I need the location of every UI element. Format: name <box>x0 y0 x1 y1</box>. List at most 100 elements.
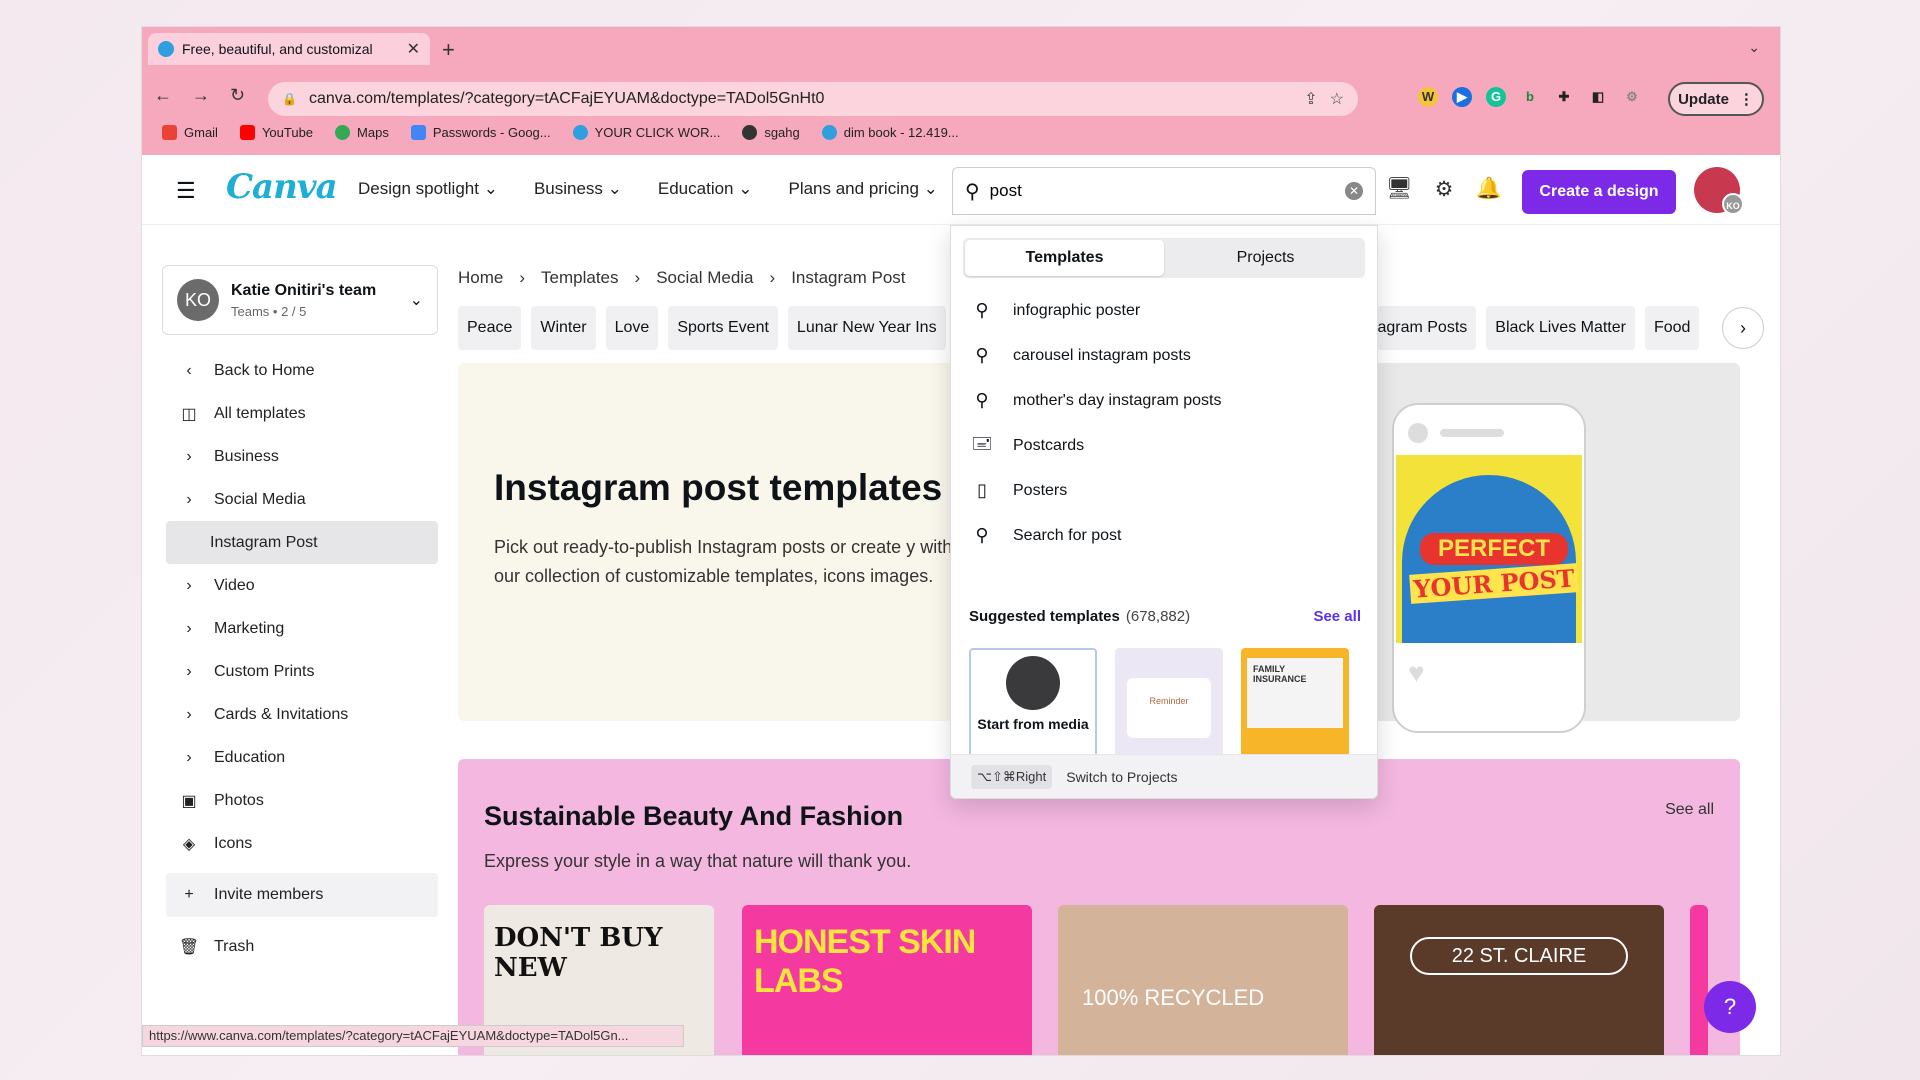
extension-b-icon[interactable]: b <box>1520 87 1540 107</box>
url-text[interactable]: canva.com/templates/?category=tACFajEYUA… <box>309 90 1292 108</box>
suggestion-item[interactable]: ⚲ Search for post <box>971 513 1361 558</box>
bookmark-star-icon[interactable]: ☆ <box>1330 89 1344 109</box>
extension-icon[interactable]: ▶ <box>1452 87 1472 107</box>
bookmark-passwords[interactable]: Passwords - Goog... <box>410 125 551 140</box>
chips-next-chevron-icon[interactable]: › <box>1722 307 1764 349</box>
chip[interactable]: Winter <box>531 306 596 350</box>
sidebar-item-cards-invitations[interactable]: › Cards & Invitations <box>166 693 438 736</box>
sidebar-label: Business <box>214 447 279 465</box>
desktop-app-icon[interactable]: 🖥 <box>1386 177 1413 202</box>
chevron-right-icon: › <box>186 705 192 723</box>
bookmark-gmail[interactable]: Gmail <box>162 125 218 140</box>
sidebar-back-home[interactable]: ‹ Back to Home <box>166 349 438 392</box>
sidebar-item-icons[interactable]: ◈ Icons <box>166 822 438 865</box>
nav-business[interactable]: Business ⌄ <box>534 179 622 199</box>
team-switcher[interactable]: KO Katie Onitiri's team Teams • 2 / 5 ⌄ <box>162 265 438 335</box>
notifications-bell-icon[interactable]: 🔔 <box>1476 177 1502 202</box>
sidebar-item-video[interactable]: › Video <box>166 564 438 607</box>
team-sub: Teams • 2 / 5 <box>231 303 307 319</box>
suggested-template-thumb[interactable]: Reminder <box>1115 648 1223 762</box>
suggestion-item[interactable]: ⚲ mother's day instagram posts <box>971 378 1361 423</box>
side-panel-icon[interactable]: ◧ <box>1588 87 1608 107</box>
settings-gear-icon[interactable]: ⚙ <box>1435 177 1454 202</box>
tab-projects[interactable]: Projects <box>1166 238 1365 278</box>
profile-icon[interactable]: ⚙ <box>1622 87 1642 107</box>
nav-plans-pricing[interactable]: Plans and pricing ⌄ <box>788 179 937 199</box>
template-card[interactable]: HONEST SKIN LABS <box>742 905 1032 1055</box>
chip[interactable]: Love <box>605 306 659 350</box>
search-suggestions: ⚲ infographic poster ⚲ carousel instagram … <box>971 288 1361 558</box>
start-from-media-tile[interactable]: Start from media <box>969 648 1097 762</box>
sidebar-item-instagram-post[interactable]: Instagram Post <box>166 521 438 564</box>
hamburger-menu-icon[interactable]: ☰ <box>176 178 196 204</box>
bookmark-youtube[interactable]: YouTube <box>239 125 313 140</box>
chip[interactable]: Food <box>1644 306 1700 350</box>
share-icon[interactable]: ⇪ <box>1304 89 1317 109</box>
chip[interactable]: Black Lives Matter <box>1486 306 1635 350</box>
photos-icon: ▣ <box>181 792 197 810</box>
bookmark-click-work[interactable]: YOUR CLICK WOR... <box>572 125 720 140</box>
close-tab-icon[interactable]: ✕ <box>407 39 420 59</box>
suggested-template-thumb[interactable]: FAMILY INSURANCE <box>1241 648 1349 762</box>
template-card-partial[interactable] <box>1690 905 1708 1055</box>
chip[interactable]: tagram Posts <box>1364 306 1477 350</box>
breadcrumb-templates[interactable]: Templates <box>541 268 618 288</box>
sidebar-item-social-media[interactable]: › Social Media <box>166 478 438 521</box>
bookmark-maps[interactable]: Maps <box>335 125 389 140</box>
bookmark-dim-book[interactable]: dim book - 12.419... <box>821 125 959 140</box>
template-card[interactable]: 22 ST. CLAIRE <box>1374 905 1664 1055</box>
clear-search-icon[interactable]: ✕ <box>1345 182 1363 200</box>
dropdown-footer: ⌥⇧⌘Right Switch to Projects <box>951 754 1377 798</box>
extensions-bar: W ▶ G b ✚ ◧ ⚙ <box>1418 87 1642 107</box>
sidebar-label: All templates <box>214 404 306 422</box>
help-button[interactable]: ? <box>1704 981 1756 1033</box>
tab-list-chevron-icon[interactable]: ⌄ <box>1748 39 1760 56</box>
grammarly-icon[interactable]: G <box>1486 87 1506 107</box>
suggestion-item[interactable]: ▯ Posters <box>971 468 1361 513</box>
invite-members-button[interactable]: + Invite members <box>166 873 438 917</box>
suggestion-item[interactable]: ⚲ infographic poster <box>971 288 1361 333</box>
chevron-right-icon: › <box>186 490 192 508</box>
back-arrow-icon[interactable]: ← <box>154 85 172 106</box>
suggestion-item[interactable]: 🖃 Postcards <box>971 423 1361 468</box>
breadcrumb-home[interactable]: Home <box>458 268 503 288</box>
new-tab-icon[interactable]: + <box>442 37 455 63</box>
reload-icon[interactable]: ↻ <box>230 85 245 106</box>
sidebar-item-education[interactable]: › Education <box>166 736 438 779</box>
browser-tab[interactable]: Free, beautiful, and customizal ✕ <box>148 33 430 65</box>
chip[interactable]: Lunar New Year Ins <box>787 306 946 350</box>
extension-icon[interactable]: W <box>1418 87 1438 107</box>
template-card[interactable]: 100% RECYCLED <box>1058 905 1348 1055</box>
lock-icon[interactable]: 🔒 <box>282 92 297 106</box>
tab-templates[interactable]: Templates <box>965 240 1164 276</box>
suggested-see-all-link[interactable]: See all <box>1313 608 1361 625</box>
sidebar-item-custom-prints[interactable]: › Custom Prints <box>166 650 438 693</box>
sidebar-item-marketing[interactable]: › Marketing <box>166 607 438 650</box>
sidebar-label: Education <box>214 748 286 766</box>
chip[interactable]: Peace <box>458 306 522 350</box>
sidebar-item-business[interactable]: › Business <box>166 435 438 478</box>
create-design-button[interactable]: Create a design <box>1522 170 1676 214</box>
shapes-icon: ◈ <box>182 835 196 853</box>
more-menu-icon[interactable]: ⋮ <box>1739 90 1754 108</box>
update-label: Update <box>1678 90 1729 108</box>
nav-education[interactable]: Education ⌄ <box>658 179 753 199</box>
breadcrumb: Home › Templates › Social Media › Instagram… <box>458 268 906 288</box>
chip[interactable]: Sports Event <box>668 306 778 350</box>
bookmark-sgahg[interactable]: sgahg <box>742 125 800 140</box>
breadcrumb-social-media[interactable]: Social Media <box>656 268 753 288</box>
address-bar[interactable]: 🔒 canva.com/templates/?category=tACFajEY… <box>268 82 1358 116</box>
section-see-all-link[interactable]: See all <box>1665 801 1714 819</box>
sidebar-item-photos[interactable]: ▣ Photos <box>166 779 438 822</box>
puzzle-extensions-icon[interactable]: ✚ <box>1554 87 1574 107</box>
sidebar-all-templates[interactable]: ◫ All templates <box>166 392 438 435</box>
search-box[interactable]: ⚲ ✕ <box>952 167 1376 215</box>
nav-design-spotlight[interactable]: Design spotlight ⌄ <box>358 179 498 199</box>
canva-logo[interactable]: Canva <box>226 167 338 207</box>
update-button[interactable]: Update ⋮ <box>1668 82 1764 116</box>
sidebar-item-trash[interactable]: 🗑 Trash <box>166 925 438 968</box>
search-input[interactable] <box>989 181 1335 201</box>
forward-arrow-icon[interactable]: → <box>192 85 210 106</box>
user-avatar[interactable]: KO <box>1694 167 1744 215</box>
suggestion-item[interactable]: ⚲ carousel instagram posts <box>971 333 1361 378</box>
